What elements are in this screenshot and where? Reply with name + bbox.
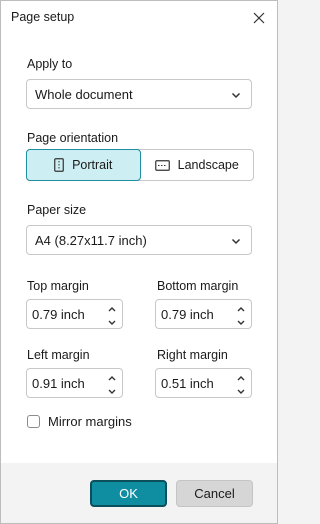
right-margin-label: Right margin — [157, 348, 228, 362]
landscape-icon — [154, 159, 170, 171]
mirror-margins-checkbox[interactable] — [27, 415, 40, 428]
right-margin-stepper[interactable]: 0.51 inch — [155, 368, 252, 398]
cancel-button[interactable]: Cancel — [176, 480, 253, 507]
close-button[interactable] — [247, 6, 271, 30]
apply-to-select[interactable]: Whole document — [26, 79, 252, 109]
left-margin-value: 0.91 inch — [32, 376, 85, 391]
top-margin-value: 0.79 inch — [32, 307, 85, 322]
mirror-margins-label[interactable]: Mirror margins — [48, 414, 132, 429]
close-icon — [253, 12, 265, 24]
chevron-down-icon — [231, 238, 241, 245]
chevron-down-icon — [237, 389, 245, 394]
decrement-button[interactable] — [106, 315, 118, 326]
increment-button[interactable] — [235, 302, 247, 313]
apply-to-label: Apply to — [27, 57, 73, 71]
paper-size-value: A4 (8.27x11.7 inch) — [35, 233, 147, 248]
increment-button[interactable] — [235, 371, 247, 382]
ok-button[interactable]: OK — [90, 480, 167, 507]
top-margin-label: Top margin — [27, 279, 89, 293]
dialog-content: Apply to Whole document Page orientation… — [1, 35, 277, 463]
apply-to-value: Whole document — [35, 87, 133, 102]
chevron-up-icon — [108, 307, 116, 312]
bottom-margin-label: Bottom margin — [157, 279, 239, 293]
dialog-title: Page setup — [11, 10, 75, 24]
chevron-down-icon — [108, 389, 116, 394]
bottom-margin-value: 0.79 inch — [161, 307, 214, 322]
orientation-label: Page orientation — [27, 131, 119, 145]
page-setup-dialog: Page setup Apply to Whole document Page … — [0, 0, 278, 524]
increment-button[interactable] — [106, 302, 118, 313]
decrement-button[interactable] — [235, 384, 247, 395]
bottom-margin-stepper[interactable]: 0.79 inch — [155, 299, 252, 329]
increment-button[interactable] — [106, 371, 118, 382]
paper-size-select[interactable]: A4 (8.27x11.7 inch) — [26, 225, 252, 255]
landscape-label: Landscape — [177, 158, 239, 172]
chevron-down-icon — [237, 320, 245, 325]
portrait-label: Portrait — [72, 158, 113, 172]
portrait-button[interactable]: Portrait — [26, 149, 141, 181]
title-bar: Page setup — [1, 1, 277, 35]
chevron-down-icon — [108, 320, 116, 325]
decrement-button[interactable] — [235, 315, 247, 326]
dialog-footer: OK Cancel — [1, 463, 277, 523]
chevron-up-icon — [237, 307, 245, 312]
left-margin-stepper[interactable]: 0.91 inch — [26, 368, 123, 398]
decrement-button[interactable] — [106, 384, 118, 395]
chevron-up-icon — [237, 376, 245, 381]
chevron-up-icon — [108, 376, 116, 381]
chevron-down-icon — [231, 92, 241, 99]
orientation-toggle: Portrait Landscape — [26, 149, 254, 181]
top-margin-stepper[interactable]: 0.79 inch — [26, 299, 123, 329]
paper-size-label: Paper size — [27, 203, 87, 217]
right-margin-value: 0.51 inch — [161, 376, 214, 391]
left-margin-label: Left margin — [27, 348, 90, 362]
landscape-button[interactable]: Landscape — [141, 150, 254, 180]
portrait-icon — [54, 158, 64, 172]
